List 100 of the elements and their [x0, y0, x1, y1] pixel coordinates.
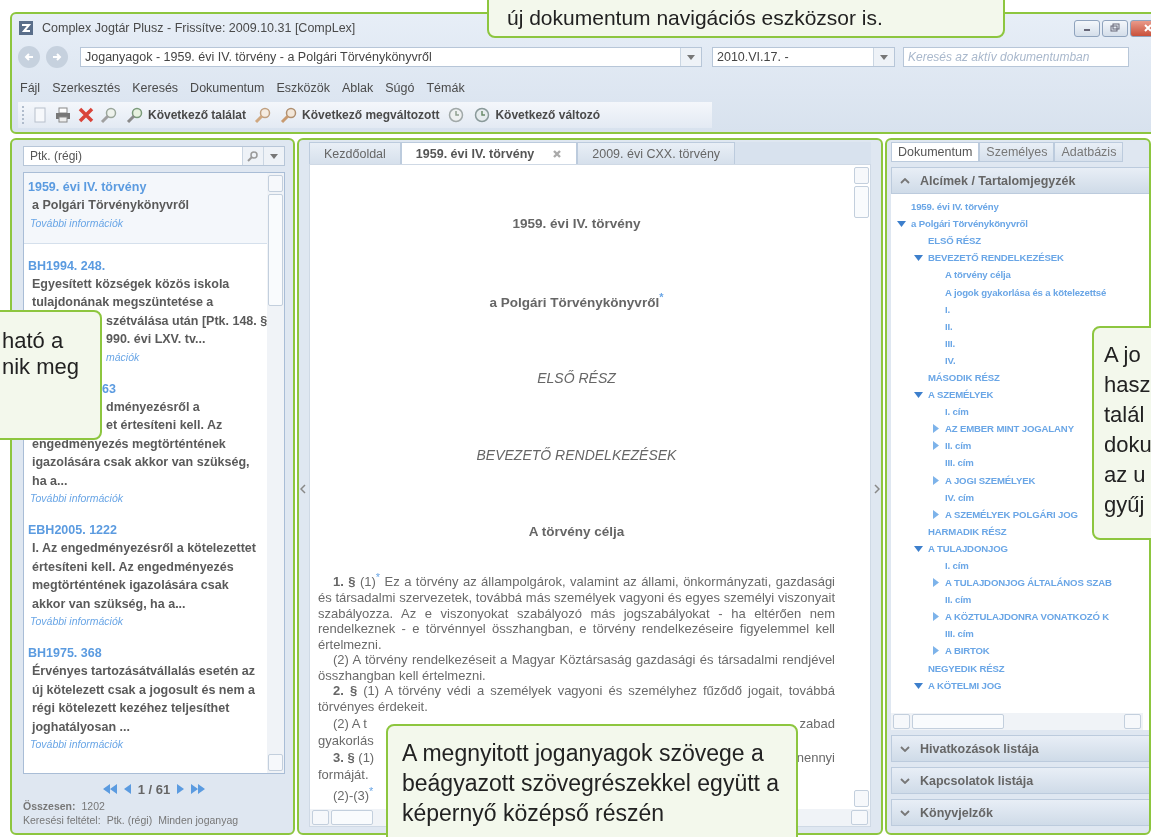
tree-item[interactable]: A KÖTELMI JOG: [928, 679, 1002, 691]
toolbar-icon-button[interactable]: [53, 106, 73, 124]
expander-icon[interactable]: [914, 390, 923, 400]
result-item[interactable]: BH1975. 368 Érvényes tartozásátvállalás esetén az új kötelezett csak a jogosult és nem a régi kötelezett kezéhez teljesíthet joghatályosan ... További információk: [24, 639, 267, 762]
expander-icon[interactable]: [914, 543, 923, 553]
collapse-handle-icon[interactable]: [300, 484, 306, 494]
total-count: 1202: [81, 800, 105, 812]
menu-item[interactable]: Súgó: [385, 81, 415, 95]
minimize-button[interactable]: [1074, 19, 1100, 37]
document-tab[interactable]: 1959. évi IV. törvény: [400, 142, 578, 164]
tree-item[interactable]: A SZEMÉLYEK POLGÁRI JOG: [945, 508, 1078, 520]
tree-item[interactable]: A BIRTOK: [945, 645, 990, 657]
menu-item[interactable]: Eszközök: [276, 81, 330, 95]
collapse-handle-icon[interactable]: [874, 484, 880, 494]
close-icon[interactable]: [552, 148, 563, 159]
section-header[interactable]: Kapcsolatok listája: [891, 767, 1149, 794]
tree-item[interactable]: AZ EMBER MINT JOGALANY: [945, 423, 1074, 435]
last-page-button[interactable]: [190, 784, 207, 794]
callout-text: hasz: [1104, 371, 1151, 399]
document-search-field[interactable]: Keresés az aktív dokumentumban: [903, 47, 1129, 67]
expander-icon[interactable]: [931, 441, 940, 451]
expander-icon[interactable]: [931, 612, 940, 622]
document-heading: BEVEZETŐ RENDELKEZÉSEK: [476, 446, 677, 463]
tree-item[interactable]: MÁSODIK RÉSZ: [928, 372, 1000, 383]
document-title: 1959. évi IV. törvény: [512, 216, 641, 231]
scroll-left-button[interactable]: [312, 810, 329, 825]
document-path-dropdown[interactable]: Joganyagok - 1959. évi IV. törvény - a Polgári Törvénykönyvről: [80, 47, 702, 67]
tree-item[interactable]: II. cím: [945, 440, 972, 452]
menu-item[interactable]: Témák: [426, 81, 465, 95]
menu-item[interactable]: Ablak: [341, 81, 374, 95]
tree-item[interactable]: A SZEMÉLYEK: [928, 389, 994, 401]
date-dropdown[interactable]: 2010.VI.17. -: [712, 47, 895, 67]
tree-item[interactable]: A KÖZTULAJDONRA VONATKOZÓ K: [945, 611, 1109, 623]
result-item[interactable]: EBH2005. 1222 I. Az engedményezésről a kötelezettet értesíteni kell. Az engedményezés megtörténtének igazolására csak akkor van szükség, ha a... További információk: [24, 516, 267, 639]
section-header[interactable]: Alcímek / Tartalomjegyzék: [891, 167, 1149, 194]
document-tab[interactable]: Kezdőoldal: [309, 142, 401, 164]
expander-icon[interactable]: [931, 424, 940, 434]
toolbar-button[interactable]: Következő megváltozott: [276, 106, 444, 124]
tree-item[interactable]: III. cím: [945, 457, 974, 469]
panel-tab[interactable]: Dokumentum: [891, 142, 980, 162]
tree-item[interactable]: III. cím: [945, 628, 974, 640]
search-icon: [247, 150, 259, 162]
dropdown-arrow-icon: [880, 54, 888, 60]
forward-arrow-icon: [51, 51, 63, 63]
tree-item[interactable]: ELSŐ RÉSZ: [928, 235, 982, 247]
scrollbar[interactable]: [891, 713, 1143, 730]
scroll-right-button[interactable]: [851, 810, 868, 825]
menu-item[interactable]: Szerkesztés: [52, 81, 121, 95]
previous-page-button[interactable]: [123, 784, 132, 794]
expander-icon[interactable]: [931, 509, 940, 519]
expander-icon[interactable]: [931, 475, 940, 485]
tree-item[interactable]: A TULAJDONJOG ÁLTALÁNOS SZAB: [945, 577, 1112, 589]
next-page-button[interactable]: [176, 784, 185, 794]
expander-icon[interactable]: [897, 219, 906, 229]
tree-item[interactable]: A JOGI SZEMÉLYEK: [945, 474, 1036, 486]
panel-tab[interactable]: Adatbázis: [1054, 142, 1124, 162]
scrollbar[interactable]: [853, 165, 870, 809]
printer-icon: [54, 106, 72, 124]
section-header[interactable]: Könyvjelzők: [891, 799, 1149, 826]
scrollbar-thumb[interactable]: [331, 810, 373, 825]
tree-item[interactable]: A törvény célja: [945, 269, 1011, 281]
menu-item[interactable]: Fájl: [20, 81, 41, 95]
tree-item[interactable]: II. cím: [945, 594, 972, 606]
expander-icon[interactable]: [931, 646, 940, 656]
search-combo[interactable]: Ptk. (régi): [23, 146, 285, 166]
toolbar-button[interactable]: Következő találat: [122, 106, 251, 124]
dropdown-arrow-icon: [687, 54, 695, 60]
restore-button[interactable]: [1102, 19, 1128, 37]
expander-icon[interactable]: [931, 578, 940, 588]
result-item[interactable]: 1959. évi IV. törvény a Polgári Törvénykönyvről További információk: [24, 173, 267, 244]
first-page-button[interactable]: [101, 784, 118, 794]
expander-icon[interactable]: [914, 253, 923, 263]
callout-text: új dokumentum navigációs eszközsor is.: [507, 6, 884, 30]
document-text: 3. § (1): [333, 748, 375, 766]
tree-item[interactable]: NEGYEDIK RÉSZ: [928, 662, 1005, 674]
tree-item[interactable]: a Polgári Törvénykönyvről: [911, 218, 1028, 230]
toolbar-icon-button[interactable]: [99, 106, 119, 124]
document-tab[interactable]: 2009. évi CXX. törvény: [577, 142, 736, 164]
tree-item[interactable]: IV. cím: [945, 491, 974, 503]
tree-item[interactable]: III.: [945, 337, 956, 349]
tree-item[interactable]: 1959. évi IV. törvény: [911, 201, 999, 213]
section-header[interactable]: Hivatkozások listája: [891, 735, 1149, 762]
tree-item[interactable]: I. cím: [945, 406, 969, 418]
toolbar-button[interactable]: Következő változó: [469, 106, 605, 124]
panel-tab[interactable]: Személyes: [979, 142, 1055, 162]
tree-item[interactable]: I. cím: [945, 560, 969, 571]
menu-item[interactable]: Keresés: [132, 81, 179, 95]
tree-item[interactable]: I.: [945, 303, 951, 315]
expander-icon[interactable]: [914, 680, 923, 690]
toolbar-icon-button[interactable]: [76, 106, 96, 124]
magnifier-icon: [100, 106, 118, 124]
tree-item[interactable]: HARMADIK RÉSZ: [928, 525, 1007, 537]
tree-item[interactable]: BEVEZETŐ RENDELKEZÉSEK: [928, 252, 1064, 264]
menu-item[interactable]: Dokumentum: [190, 81, 265, 95]
tree-item[interactable]: II.: [945, 320, 953, 332]
tree-item[interactable]: A jogok gyakorlása és a kötelezettsé: [945, 286, 1107, 298]
filter-value: Ptk. (régi): [106, 814, 153, 826]
tree-item[interactable]: A TULAJDONJOG: [928, 542, 1008, 554]
scrollbar[interactable]: [267, 173, 284, 773]
tree-item[interactable]: IV.: [945, 354, 956, 366]
